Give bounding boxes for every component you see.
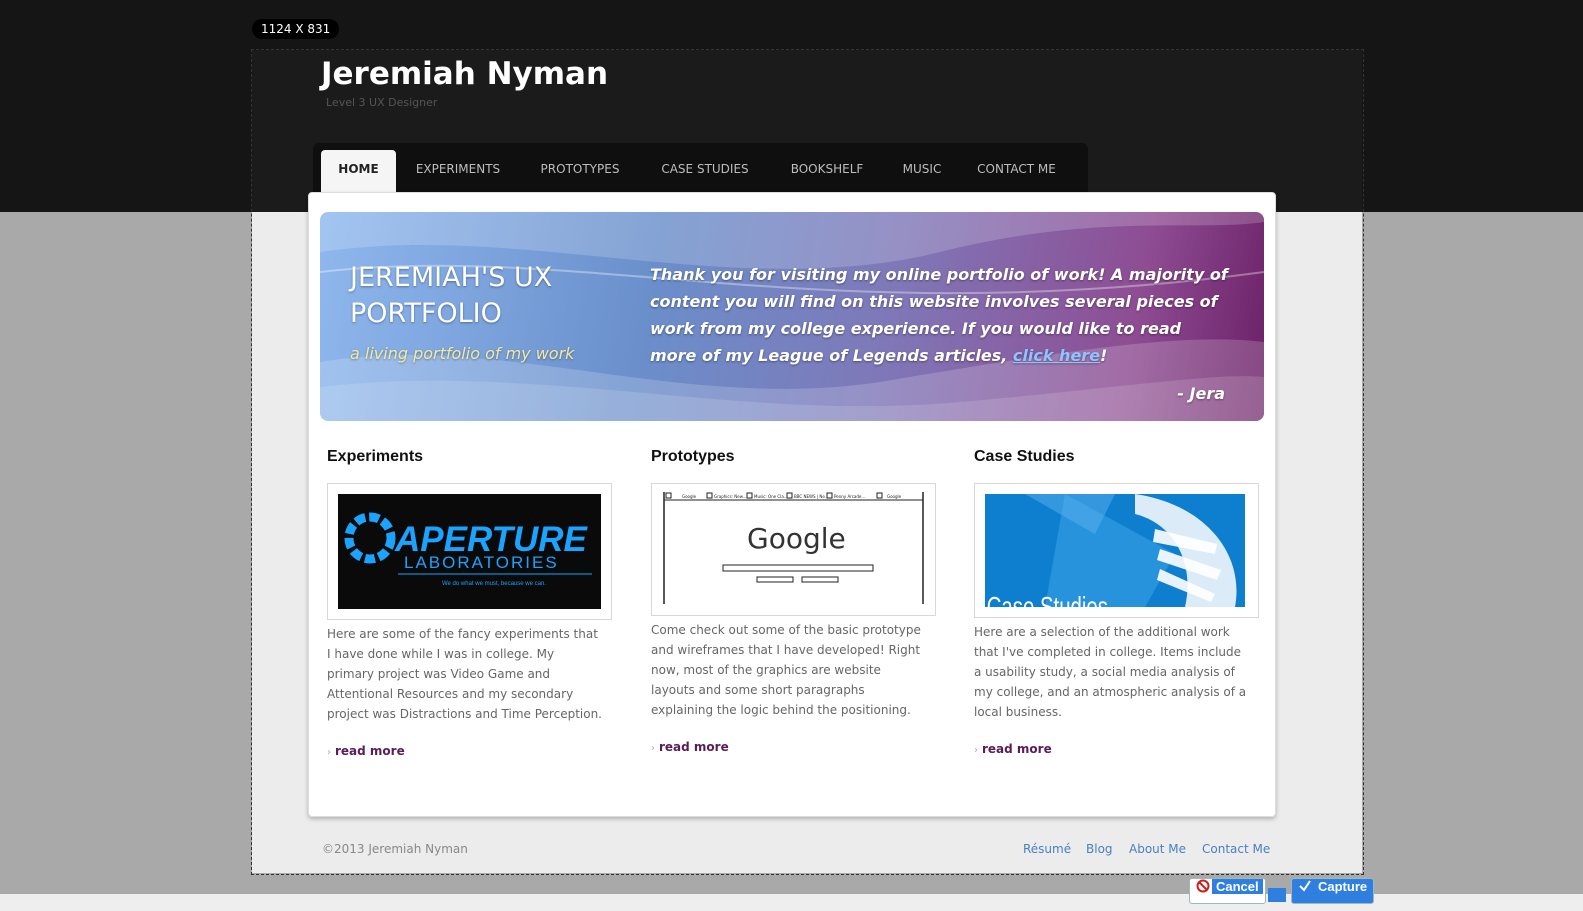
experiments-read-more-label: read more <box>335 744 405 758</box>
wireframe-tab-label: Penny Arcade... <box>834 494 865 499</box>
nav-item-experiments[interactable]: EXPERIMENTS <box>408 150 508 192</box>
experiments-thumbnail[interactable]: APERTURE LABORATORIES We do what we must… <box>327 483 612 620</box>
checkmark-icon <box>1299 880 1311 892</box>
case-studies-image: Case Studies <box>985 494 1245 607</box>
experiments-description: Here are some of the fancy experiments t… <box>327 627 602 721</box>
case-studies-thumbnail[interactable]: Case Studies <box>974 483 1259 618</box>
case-studies-description: Here are a selection of the additional w… <box>974 625 1247 719</box>
capture-button[interactable]: Capture <box>1291 878 1374 904</box>
hero-signature: - Jera <box>1177 384 1225 403</box>
capture-button-label: Capture <box>1314 879 1372 894</box>
hero-intro-text-after: ! <box>1100 346 1108 365</box>
prototypes-heading: Prototypes <box>651 448 735 465</box>
aperture-motto-text: We do what we must, because we can. <box>442 581 546 587</box>
cancel-button[interactable]: Cancel <box>1189 878 1266 904</box>
nav-item-music[interactable]: MUSIC <box>888 150 956 192</box>
wireframe-tab-label: Music: One Cla... <box>754 494 788 499</box>
league-articles-link[interactable]: click here <box>1013 346 1100 365</box>
google-wireframe-image: Google Graphics: New... Music: One Cla..… <box>662 492 925 607</box>
case-studies-heading: Case Studies <box>974 448 1075 465</box>
wireframe-tab-label: BBC NEWS | Ne... <box>794 494 829 499</box>
prototypes-read-more-link[interactable]: › read more <box>651 740 729 754</box>
footer-copyright: ©2013 Jeremiah Nyman <box>322 842 468 856</box>
prototypes-description: Come check out some of the basic prototy… <box>651 623 921 717</box>
nav-item-case-studies[interactable]: CASE STUDIES <box>650 150 760 192</box>
chevron-right-icon: › <box>327 747 331 758</box>
footer-link-contact-me[interactable]: Contact Me <box>1202 842 1270 856</box>
hero-intro-text-before: Thank you for visiting my online portfol… <box>650 265 1228 365</box>
hero-tagline: a living portfolio of my work <box>350 344 575 363</box>
wireframe-google-logo: Google <box>747 522 846 555</box>
nav-item-prototypes[interactable]: PROTOTYPES <box>530 150 630 192</box>
case-studies-read-more-label: read more <box>982 742 1052 756</box>
aperture-sub-text: LABORATORIES <box>404 553 559 572</box>
chevron-right-icon: › <box>974 745 978 756</box>
prototypes-read-more-label: read more <box>659 740 729 754</box>
nav-item-contact-me[interactable]: CONTACT ME <box>964 150 1069 192</box>
hero-banner: JEREMIAH'S UX PORTFOLIO a living portfol… <box>320 212 1264 421</box>
footer-link-about-me[interactable]: About Me <box>1129 842 1186 856</box>
footer-link-resume[interactable]: Résumé <box>1023 842 1071 856</box>
experiments-read-more-link[interactable]: › read more <box>327 744 405 758</box>
nav-item-home[interactable]: HOME <box>321 150 396 192</box>
case-studies-read-more-link[interactable]: › read more <box>974 742 1052 756</box>
experiments-heading: Experiments <box>327 448 424 465</box>
aperture-logo-image: APERTURE LABORATORIES We do what we must… <box>338 494 601 609</box>
cancel-button-label: Cancel <box>1212 879 1263 894</box>
case-studies-image-label: Case Studies <box>987 592 1108 607</box>
footer-link-blog[interactable]: Blog <box>1086 842 1113 856</box>
site-title[interactable]: Jeremiah Nyman <box>321 54 608 94</box>
chevron-right-icon: › <box>651 743 655 754</box>
hero-title: JEREMIAH'S UX PORTFOLIO <box>350 262 553 329</box>
viewport-size-badge: 1124 X 831 <box>252 19 340 39</box>
wireframe-tab-label: Google <box>682 494 697 499</box>
wireframe-tab-label: Graphics: New... <box>714 494 746 499</box>
prototypes-thumbnail[interactable]: Google Graphics: New... Music: One Cla..… <box>651 483 936 616</box>
cancel-icon <box>1196 879 1210 893</box>
toolbar-divider <box>1268 888 1286 902</box>
site-subtitle: Level 3 UX Designer <box>326 96 438 109</box>
wireframe-tab-label: Google <box>887 494 902 499</box>
hero-intro-text: Thank you for visiting my online portfol… <box>650 261 1230 369</box>
nav-item-bookshelf[interactable]: BOOKSHELF <box>778 150 876 192</box>
